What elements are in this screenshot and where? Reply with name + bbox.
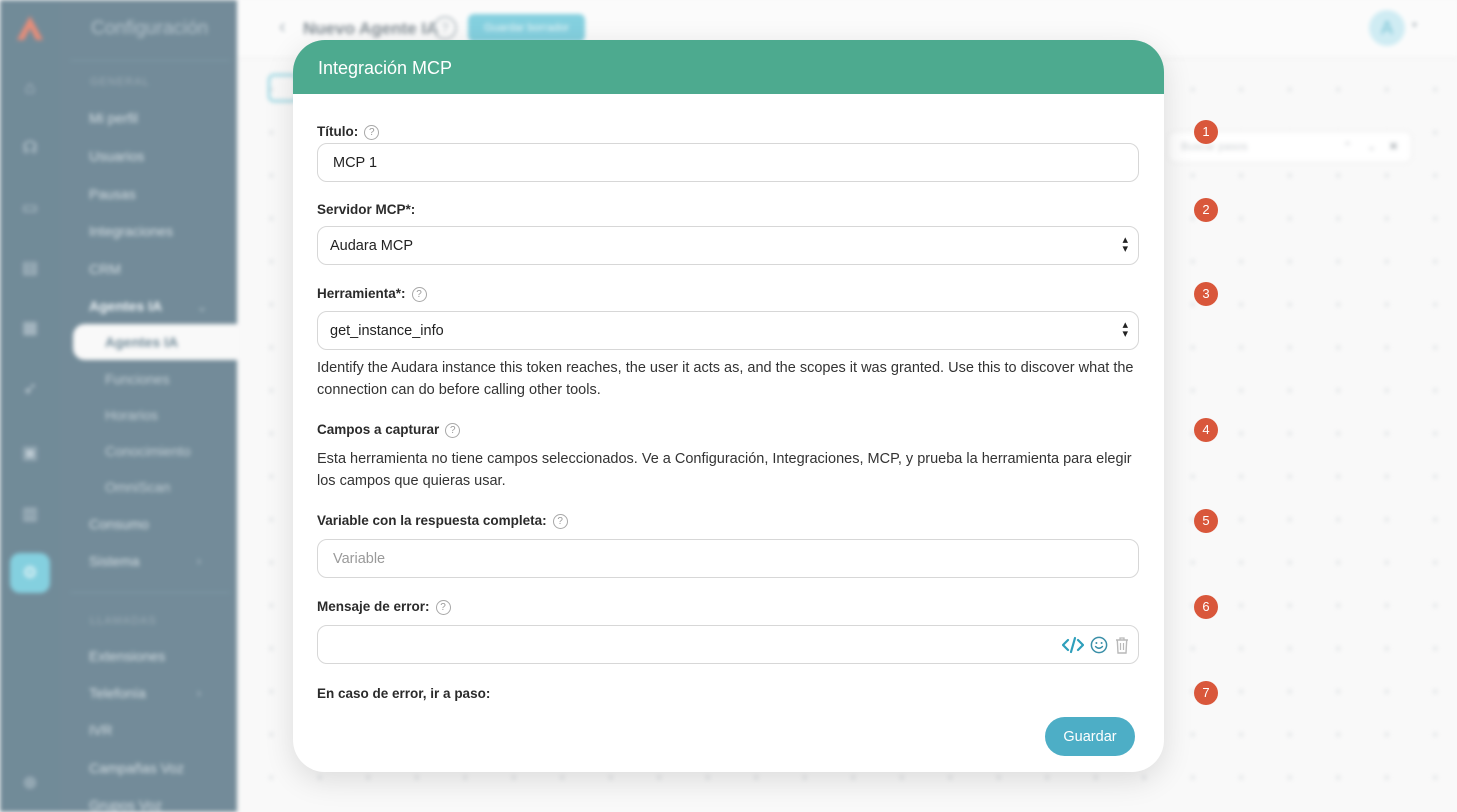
on-error-step-label: En caso de error, ir a paso: [317,686,491,701]
mcp-integration-modal: Integración MCP Título:? MCP 1 Servidor … [293,40,1164,772]
step-marker: 4 [1194,418,1218,442]
step-marker: 3 [1194,282,1218,306]
help-icon[interactable]: ? [364,125,380,140]
modal-title: Integración MCP [318,58,453,78]
fields-label-text: Campos a capturar [317,422,440,437]
step-marker: 1 [1194,120,1218,144]
fields-label: Campos a capturar? [317,422,461,438]
fields-info-text: Esta herramienta no tiene campos selecci… [317,451,1132,489]
step-marker: 2 [1194,198,1218,222]
server-select[interactable]: Audara MCP ▴ ▾ [317,226,1139,265]
step-marker: 7 [1194,681,1218,705]
variable-placeholder: Variable [333,551,386,567]
title-label-text: Título: [317,124,359,139]
select-arrows-icon: ▴ ▾ [1122,319,1128,340]
help-icon[interactable]: ? [445,423,461,438]
server-label: Servidor MCP*: [317,202,416,217]
emoji-icon[interactable] [1090,636,1108,654]
trash-icon[interactable] [1114,636,1130,654]
title-label: Título:? [317,124,380,140]
help-icon[interactable]: ? [435,600,451,615]
tool-select[interactable]: get_instance_info ▴ ▾ [317,311,1139,350]
help-icon[interactable]: ? [411,287,427,302]
server-select-value: Audara MCP [330,238,414,254]
title-input[interactable]: MCP 1 [317,143,1139,182]
save-button[interactable]: Guardar [1045,717,1135,756]
tool-label: Herramienta*:? [317,286,427,302]
variable-label: Variable con la respuesta completa:? [317,513,568,529]
tool-label-text: Herramienta*: [317,286,406,301]
variable-label-text: Variable con la respuesta completa: [317,513,547,528]
code-icon[interactable] [1062,636,1084,654]
step-marker: 6 [1194,595,1218,619]
step-marker: 5 [1194,509,1218,533]
tool-description: Identify the Audara instance this token … [317,360,1134,398]
variable-input[interactable]: Variable [317,539,1139,578]
title-input-value: MCP 1 [333,155,378,171]
error-field-tools [1062,636,1130,654]
help-icon[interactable]: ? [552,514,568,529]
tool-select-value: get_instance_info [330,323,444,339]
error-message-label: Mensaje de error:? [317,599,451,615]
error-label-text: Mensaje de error: [317,599,430,614]
select-arrows-icon: ▴ ▾ [1122,234,1128,255]
error-message-input[interactable] [317,625,1139,664]
